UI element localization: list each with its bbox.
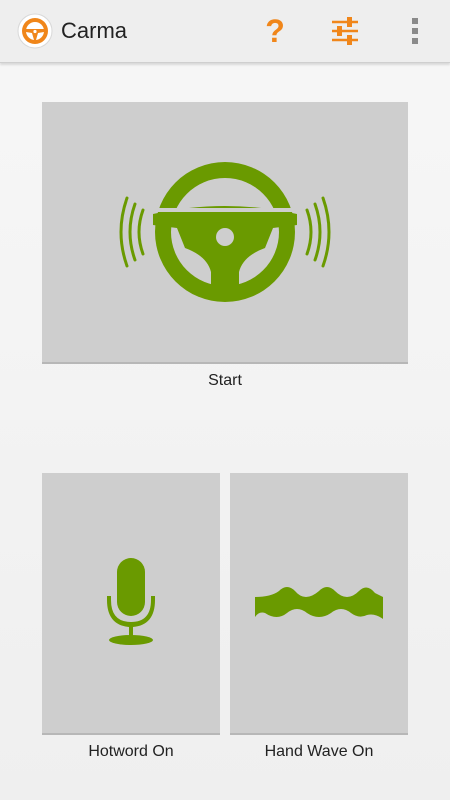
- hand-wave-label: Hand Wave On: [264, 743, 374, 760]
- steering-wheel-icon: [119, 162, 331, 302]
- overflow-menu-button[interactable]: [395, 11, 435, 51]
- app-screen: Carma ? Start Hotword On Hand Wave On: [0, 0, 450, 800]
- sliders-icon: [332, 17, 358, 45]
- help-icon: ?: [265, 13, 285, 49]
- help-button[interactable]: ?: [255, 11, 295, 51]
- action-bar: Carma ?: [0, 0, 450, 63]
- carma-logo-icon: [17, 13, 53, 49]
- app-title: Carma: [61, 18, 128, 43]
- start-label: Start: [208, 372, 242, 389]
- start-button[interactable]: [42, 102, 408, 364]
- settings-button[interactable]: [325, 11, 365, 51]
- hand-wave-toggle-button[interactable]: [230, 473, 408, 735]
- hotword-toggle-button[interactable]: [42, 473, 220, 735]
- hotword-label: Hotword On: [88, 743, 174, 760]
- microphone-icon: [107, 558, 155, 645]
- more-vert-icon: [412, 18, 418, 44]
- wave-icon: [255, 587, 383, 619]
